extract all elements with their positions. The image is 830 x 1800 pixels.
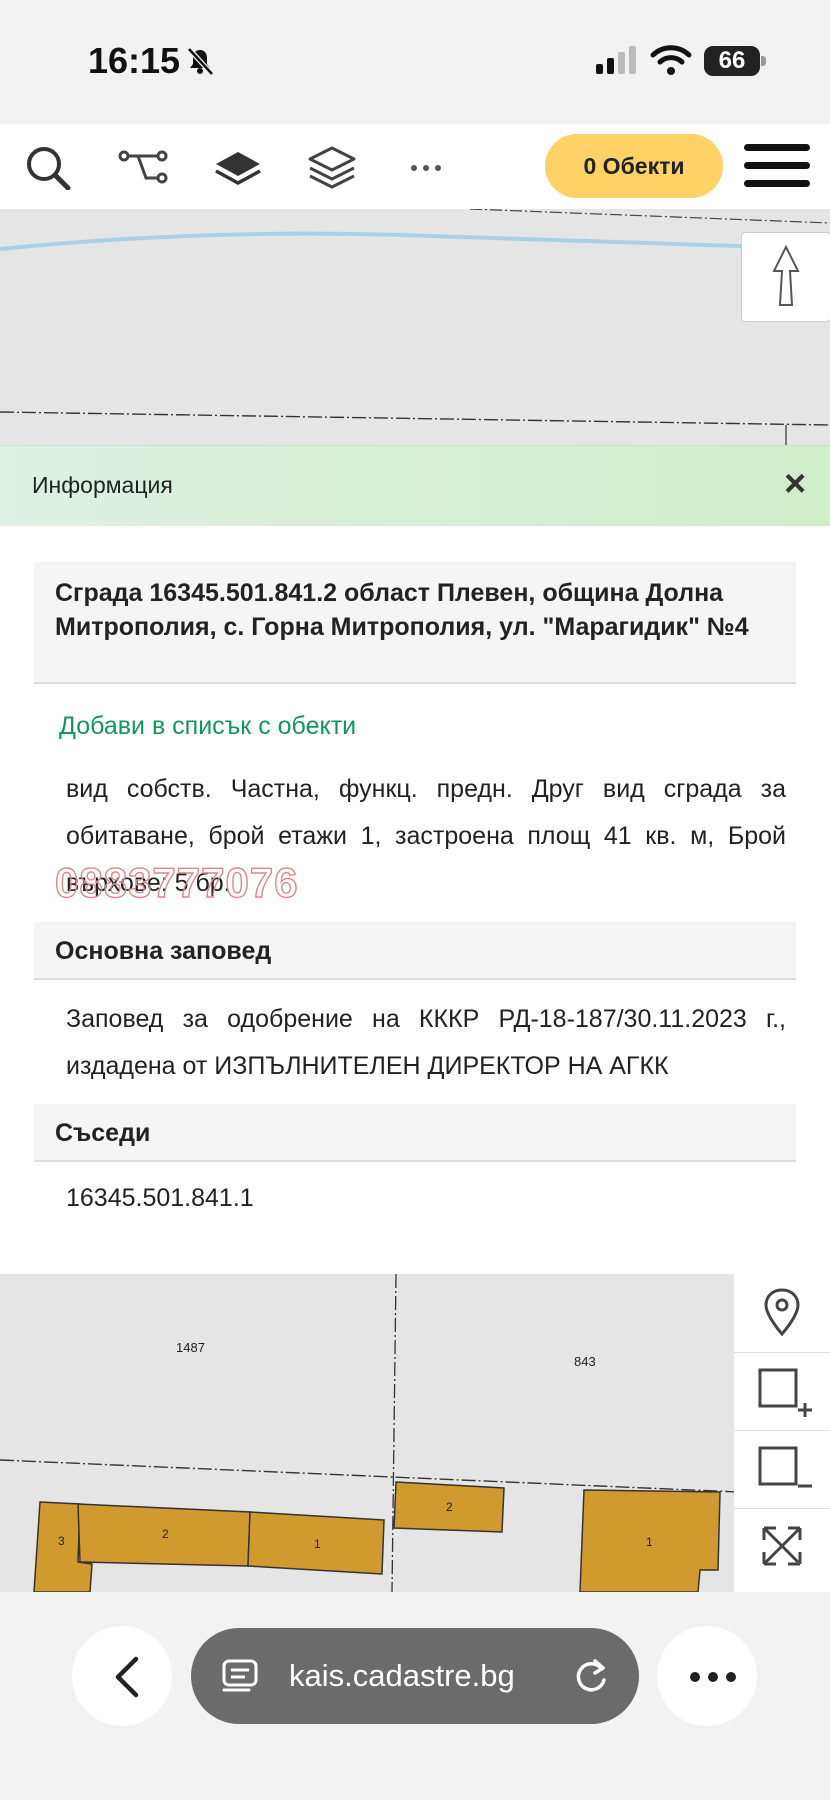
battery-tip — [761, 56, 766, 66]
browser-bottom-bar: kais.cadastre.bg — [0, 1592, 830, 1800]
zoom-in-area-button[interactable] — [734, 1352, 830, 1431]
info-panel-title: Информация — [32, 472, 173, 498]
basic-order-header: Основна заповед — [34, 922, 796, 980]
reload-icon[interactable] — [571, 1656, 611, 1696]
map-view-top[interactable] — [0, 209, 830, 445]
wifi-icon — [650, 45, 692, 75]
expand-icon — [762, 1526, 802, 1566]
zoom-in-area-icon — [758, 1368, 812, 1417]
hamburger-menu-icon[interactable] — [744, 144, 810, 192]
building-label: 1 — [646, 1535, 653, 1549]
zoom-out-area-button[interactable] — [734, 1430, 830, 1509]
ellipsis-icon — [690, 1672, 736, 1682]
basic-order-heading: Основна заповед — [55, 937, 272, 965]
north-arrow-button[interactable] — [741, 232, 830, 322]
add-to-list-link[interactable]: Добави в списък с обекти — [59, 712, 356, 741]
building-label: 3 — [58, 1534, 65, 1548]
zoom-out-area-icon — [758, 1446, 812, 1488]
parcel-label: 1487 — [176, 1340, 205, 1355]
more-options-button[interactable] — [657, 1626, 757, 1726]
info-panel: Сграда 16345.501.841.2 област Плевен, об… — [0, 526, 830, 1274]
map-side-tools — [734, 1274, 830, 1592]
layers-icon[interactable] — [306, 144, 358, 190]
fullscreen-button[interactable] — [734, 1508, 830, 1586]
address-bar[interactable]: kais.cadastre.bg — [191, 1628, 639, 1724]
objects-count-button[interactable]: 0 Обекти — [545, 134, 723, 198]
search-icon[interactable] — [22, 144, 74, 190]
more-tools-icon[interactable] — [400, 144, 452, 190]
phone-watermark: 0883777076 — [54, 858, 299, 906]
building-title-card: Сграда 16345.501.841.2 област Плевен, об… — [34, 562, 796, 684]
basic-order-text: Заповед за одобрение на КККР РД-18-187/3… — [66, 1005, 786, 1080]
building-label: 1 — [314, 1537, 321, 1551]
map-view-bottom[interactable]: 1487 843 3 2 1 2 1 — [0, 1274, 830, 1592]
map-top-lines — [0, 209, 830, 445]
back-button[interactable] — [72, 1626, 172, 1726]
status-time: 16:15 — [88, 40, 181, 81]
info-panel-header: Информация × — [0, 445, 830, 528]
chevron-left-icon — [115, 1656, 139, 1698]
bell-muted-icon — [187, 47, 214, 76]
base-layer-icon[interactable] — [212, 144, 264, 190]
url-text: kais.cadastre.bg — [289, 1658, 515, 1693]
building-label: 2 — [446, 1500, 453, 1514]
cadastral-map: 1487 843 3 2 1 2 1 — [0, 1274, 830, 1592]
status-bar: 16:15 66 — [0, 0, 830, 124]
building-label: 2 — [162, 1527, 169, 1541]
route-tool-icon[interactable] — [118, 144, 170, 190]
neighbors-heading: Съседи — [55, 1119, 151, 1147]
building-title: Сграда 16345.501.841.2 област Плевен, об… — [55, 579, 749, 641]
location-pin-icon — [764, 1288, 800, 1337]
battery-indicator: 66 — [704, 46, 760, 76]
locate-button[interactable] — [734, 1274, 830, 1353]
parcel-label: 843 — [574, 1354, 596, 1369]
arrow-up-icon — [772, 244, 800, 306]
close-icon[interactable]: × — [784, 464, 806, 504]
neighbor-item[interactable]: 16345.501.841.1 — [66, 1184, 254, 1213]
cellular-signal-icon — [596, 46, 636, 74]
map-toolbar: 0 Обекти — [0, 124, 830, 210]
page-menu-icon[interactable] — [221, 1656, 261, 1696]
neighbors-header: Съседи — [34, 1104, 796, 1162]
